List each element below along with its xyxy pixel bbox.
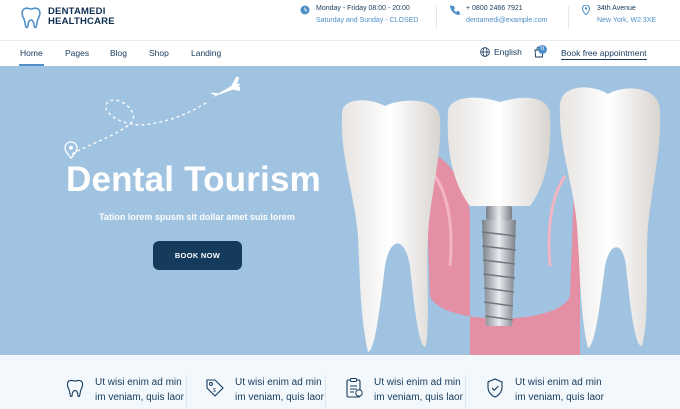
book-appointment-link[interactable]: Book free appointment bbox=[561, 48, 647, 60]
feature-line1: Ut wisi enim ad min bbox=[374, 377, 461, 388]
nav-item-pages[interactable]: Pages bbox=[65, 48, 89, 58]
tooth-logo-icon bbox=[21, 7, 41, 29]
address-info: 34th Avenue New York, W2 3XE bbox=[581, 4, 656, 26]
cart-count-badge: 0 bbox=[538, 45, 547, 54]
feature-line2: im veniam, quis laor bbox=[235, 392, 324, 403]
top-info-bar: DENTAMEDI HEALTHCARE Monday - Friday 08:… bbox=[0, 0, 680, 40]
hours-weekdays: Monday - Friday 08:00 - 20:00 bbox=[316, 5, 410, 12]
feature-line2: im veniam, quis laor bbox=[515, 392, 604, 403]
language-selector[interactable]: English bbox=[480, 47, 522, 57]
main-nav: Home Pages Blog Shop Landing English 0 B… bbox=[0, 40, 680, 66]
divider bbox=[568, 6, 569, 28]
email-link[interactable]: dentamedi@example.com bbox=[466, 15, 547, 26]
feature-line1: Ut wisi enim ad min bbox=[515, 377, 602, 388]
brand-line2: HEALTHCARE bbox=[48, 16, 115, 27]
divider bbox=[186, 375, 187, 409]
feature-line2: im veniam, quis laor bbox=[95, 392, 184, 403]
shield-icon bbox=[487, 378, 503, 398]
hours-info: Monday - Friday 08:00 - 20:00 Saturday a… bbox=[300, 4, 418, 26]
clock-icon bbox=[300, 5, 310, 15]
feature-line1: Ut wisi enim ad min bbox=[235, 377, 322, 388]
feature-item: $ Ut wisi enim ad min im veniam, quis la… bbox=[204, 375, 324, 405]
hero-title: Dental Tourism bbox=[66, 160, 321, 199]
nav-item-blog[interactable]: Blog bbox=[110, 48, 127, 58]
address-city: New York, W2 3XE bbox=[597, 17, 657, 24]
flight-path-decoration bbox=[64, 76, 240, 159]
nav-item-landing[interactable]: Landing bbox=[191, 48, 221, 58]
nav-item-home[interactable]: Home bbox=[19, 48, 44, 66]
feature-item: Ut wisi enim ad min im veniam, quis laor bbox=[343, 375, 463, 405]
phone-icon bbox=[450, 5, 460, 15]
dental-implant-illustration bbox=[341, 87, 661, 355]
hours-weekend: Saturday and Sunday - CLOSED bbox=[316, 17, 419, 24]
globe-icon bbox=[480, 47, 490, 57]
hero-banner: Dental Tourism Tation lorem spusm sit do… bbox=[0, 66, 680, 355]
address-street: 34th Avenue bbox=[597, 5, 636, 12]
phone-number[interactable]: + 0800 2466 7921 bbox=[466, 4, 547, 14]
tooth-icon bbox=[66, 379, 84, 398]
brand-name: DENTAMEDI HEALTHCARE bbox=[48, 7, 115, 27]
airplane-icon bbox=[210, 76, 240, 98]
feature-line1: Ut wisi enim ad min bbox=[95, 377, 182, 388]
location-pin-icon bbox=[581, 5, 591, 15]
feature-line2: im veniam, quis laor bbox=[374, 392, 463, 403]
feature-item: Ut wisi enim ad min im veniam, quis laor bbox=[64, 375, 184, 405]
logo[interactable]: DENTAMEDI HEALTHCARE bbox=[18, 4, 115, 30]
location-pin-icon bbox=[64, 141, 78, 159]
divider bbox=[325, 375, 326, 409]
language-label: English bbox=[494, 47, 522, 57]
book-now-button[interactable]: BOOK NOW bbox=[153, 241, 242, 270]
divider bbox=[436, 6, 437, 28]
feature-item: Ut wisi enim ad min im veniam, quis laor bbox=[484, 375, 604, 405]
hero-subtitle: Tation lorem spusm sit dollar amet suis … bbox=[99, 212, 295, 222]
nav-item-shop[interactable]: Shop bbox=[149, 48, 169, 58]
features-strip: Ut wisi enim ad min im veniam, quis laor… bbox=[0, 355, 680, 409]
clipboard-icon bbox=[346, 378, 363, 398]
divider bbox=[465, 375, 466, 409]
contact-info: + 0800 2466 7921 dentamedi@example.com bbox=[450, 4, 547, 26]
svg-text:$: $ bbox=[213, 388, 216, 394]
price-tag-icon: $ bbox=[206, 379, 224, 397]
